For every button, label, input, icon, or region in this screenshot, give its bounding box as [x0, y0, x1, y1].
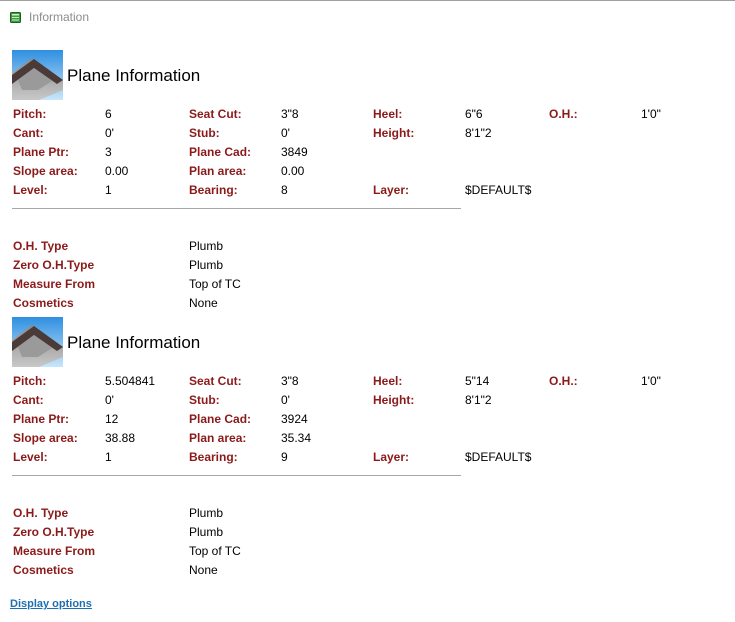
oh-type-label: O.H. Type [13, 239, 69, 253]
cosmetics-value: None [189, 296, 218, 310]
roof-plane-icon [12, 317, 63, 367]
plane-ptr-label: Plane Ptr: [13, 145, 70, 159]
bearing-label: Bearing: [189, 450, 238, 464]
window-title: Information [29, 10, 90, 24]
overhang-label: O.H.: [549, 374, 578, 388]
zero-oh-type-value: Plumb [189, 525, 224, 539]
section-title: Plane Information [67, 66, 201, 85]
plan-area-value: 0.00 [281, 164, 305, 178]
plane-cad-label: Plane Cad: [189, 412, 252, 426]
slope-area-label: Slope area: [13, 164, 78, 178]
window-header: Information [10, 9, 89, 25]
plane-ptr-label: Plane Ptr: [13, 412, 70, 426]
stub-value: 0' [281, 393, 290, 407]
measure-from-value: Top of TC [189, 277, 241, 291]
cant-label: Cant: [13, 126, 44, 140]
level-value: 1 [105, 183, 112, 197]
slope-area-label: Slope area: [13, 431, 78, 445]
heel-label: Heel: [373, 374, 403, 388]
heel-value: 6"6 [465, 107, 483, 121]
cosmetics-label: Cosmetics [13, 296, 74, 310]
heel-label: Heel: [373, 107, 403, 121]
layer-label: Layer: [373, 183, 410, 197]
measure-from-value: Top of TC [189, 544, 241, 558]
plan-area-value: 35.34 [281, 431, 312, 445]
heel-value: 5"14 [465, 374, 490, 388]
measure-from-label: Measure From [13, 277, 96, 291]
oh-type-value: Plumb [189, 506, 224, 520]
level-label: Level: [13, 450, 48, 464]
slope-area-value: 0.00 [105, 164, 129, 178]
level-label: Level: [13, 183, 48, 197]
cant-value: 0' [105, 393, 114, 407]
pitch-value: 6 [105, 107, 112, 121]
overhang-value: 1'0" [641, 374, 661, 388]
stub-value: 0' [281, 126, 290, 140]
plane-cad-value: 3924 [281, 412, 308, 426]
section-divider [12, 475, 461, 476]
layer-value: $DEFAULT$ [465, 450, 532, 464]
oh-type-value: Plumb [189, 239, 224, 253]
section-title: Plane Information [67, 333, 201, 352]
oh-type-label: O.H. Type [13, 506, 69, 520]
pitch-label: Pitch: [13, 107, 47, 121]
zero-oh-type-label: Zero O.H.Type [13, 525, 95, 539]
overhang-value: 1'0" [641, 107, 661, 121]
seat-cut-value: 3"8 [281, 374, 299, 388]
stub-label: Stub: [189, 393, 220, 407]
measure-from-label: Measure From [13, 544, 96, 558]
layer-value: $DEFAULT$ [465, 183, 532, 197]
height-label: Height: [373, 393, 415, 407]
layer-label: Layer: [373, 450, 410, 464]
plan-area-label: Plan area: [189, 164, 247, 178]
green-book-icon [10, 11, 21, 23]
zero-oh-type-label: Zero O.H.Type [13, 258, 95, 272]
seat-cut-value: 3"8 [281, 107, 299, 121]
cosmetics-label: Cosmetics [13, 563, 74, 577]
plane-cad-label: Plane Cad: [189, 145, 252, 159]
section-divider [12, 208, 461, 209]
cosmetics-value: None [189, 563, 218, 577]
pitch-label: Pitch: [13, 374, 47, 388]
plane-ptr-value: 12 [105, 412, 119, 426]
bearing-label: Bearing: [189, 183, 238, 197]
height-value: 8'1"2 [465, 393, 492, 407]
height-value: 8'1"2 [465, 126, 492, 140]
cant-value: 0' [105, 126, 114, 140]
roof-plane-icon [12, 50, 63, 100]
plane-ptr-value: 3 [105, 145, 112, 159]
display-options-link[interactable]: Display options [10, 598, 92, 610]
stub-label: Stub: [189, 126, 220, 140]
plan-area-label: Plan area: [189, 431, 247, 445]
slope-area-value: 38.88 [105, 431, 136, 445]
bearing-value: 8 [281, 183, 288, 197]
overhang-label: O.H.: [549, 107, 578, 121]
bearing-value: 9 [281, 450, 288, 464]
seat-cut-label: Seat Cut: [189, 107, 242, 121]
zero-oh-type-value: Plumb [189, 258, 224, 272]
window-top-border [0, 0, 735, 1]
pitch-value: 5.504841 [105, 374, 156, 388]
height-label: Height: [373, 126, 415, 140]
cant-label: Cant: [13, 393, 44, 407]
seat-cut-label: Seat Cut: [189, 374, 242, 388]
plane-cad-value: 3849 [281, 145, 308, 159]
level-value: 1 [105, 450, 112, 464]
